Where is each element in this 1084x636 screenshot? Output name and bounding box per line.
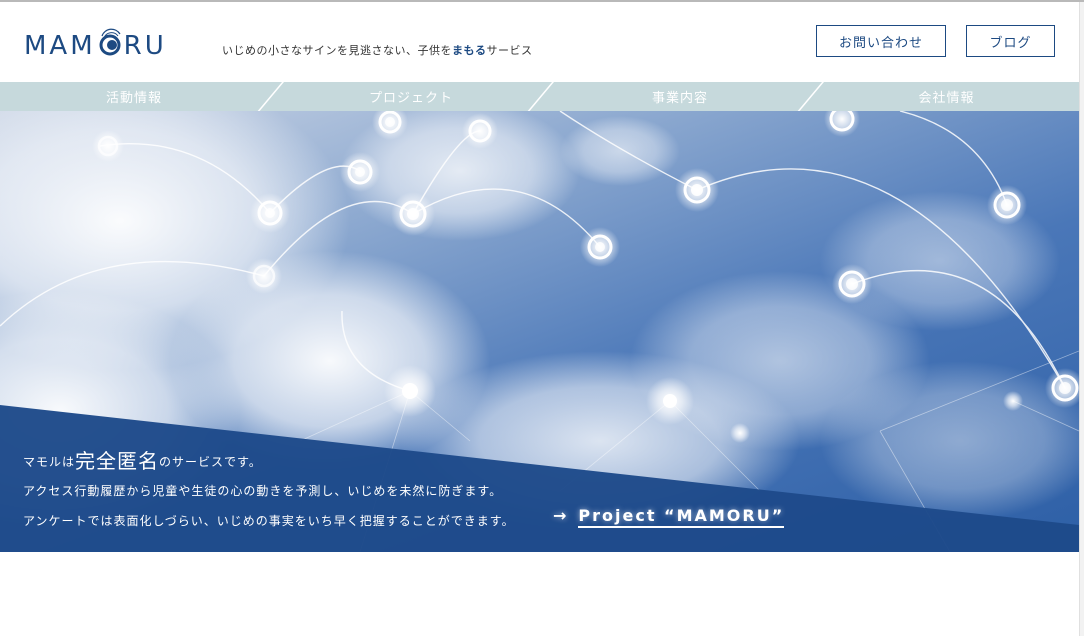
vertical-scrollbar[interactable] (1079, 2, 1084, 636)
nav-item-company[interactable]: 会社情報 (814, 82, 1079, 111)
contact-button[interactable]: お問い合わせ (816, 25, 946, 57)
tagline: いじめの小さなサインを見逃さない、子供をまもるサービス (222, 42, 533, 58)
hero-line-1-post: のサービスです。 (159, 455, 262, 469)
nav-item-activity[interactable]: 活動情報 (0, 82, 268, 111)
logo-o-icon (98, 28, 122, 58)
hero-line-1: マモルは完全匿名のサービスです。 (23, 445, 262, 474)
project-link-label: Project “MAMORU” (578, 506, 785, 528)
blog-button[interactable]: ブログ (966, 25, 1055, 57)
nav-item-project[interactable]: プロジェクト (276, 82, 546, 111)
project-mamoru-link[interactable]: → Project “MAMORU” (553, 506, 785, 528)
hero-banner: マモルは完全匿名のサービスです。 アクセス行動履歴から児童や生徒の心の動きを予測… (0, 111, 1079, 552)
tagline-emphasis: まもる (452, 44, 487, 57)
hero-line-1-pre: マモルは (23, 455, 76, 469)
tagline-post: サービス (486, 44, 533, 57)
hero-line-3: アンケートでは表面化しづらい、いじめの事実をいち早く把握することができます。 (23, 514, 515, 528)
main-nav: 活動情報 プロジェクト 事業内容 会社情報 (0, 82, 1079, 111)
nav-item-business[interactable]: 事業内容 (546, 82, 814, 111)
hero-line-2: アクセス行動履歴から児童や生徒の心の動きを予測し、いじめを未然に防ぎます。 (23, 484, 503, 498)
tagline-pre: いじめの小さなサインを見逃さない、子供を (222, 44, 452, 57)
arrow-right-icon: → (553, 506, 569, 525)
site-header: MAM RU いじめの小さなサインを見逃さない、子供をまもるサービス お問い合わ… (0, 2, 1079, 82)
hero-emphasis: 完全匿名 (75, 449, 160, 473)
logo-text-right: RU (123, 31, 167, 61)
logo[interactable]: MAM RU (24, 26, 167, 66)
logo-text-left: MAM (24, 31, 96, 61)
